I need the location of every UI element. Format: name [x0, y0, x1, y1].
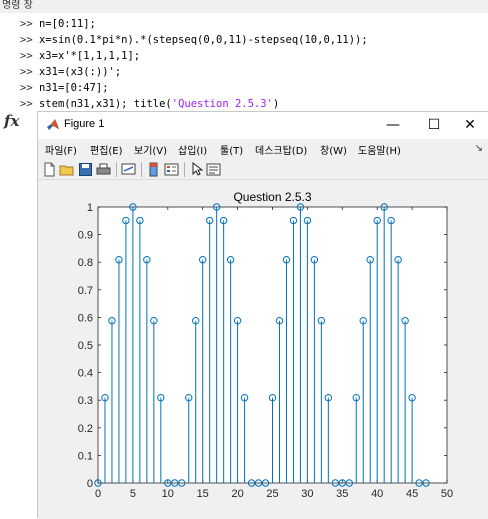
x-tick-label: 35	[336, 488, 348, 500]
x-tick-label: 30	[301, 488, 313, 500]
figure-window[interactable]: Figure 1 — ☐ ✕ 파일(F) 편집(E) 보기(V) 삽입(I) 툴…	[37, 111, 488, 519]
x-tick-label: 40	[371, 488, 383, 500]
x-tick-label: 5	[130, 488, 136, 500]
y-tick-label: 0	[87, 478, 93, 490]
y-tick-label: 0.2	[78, 423, 93, 435]
x-tick-label: 10	[162, 488, 174, 500]
x-tick-label: 50	[441, 488, 453, 500]
y-tick-label: 0.3	[78, 395, 93, 407]
plot-title: Question 2.5.3	[233, 190, 311, 204]
y-tick-label: 0.6	[78, 312, 93, 324]
x-tick-label: 0	[95, 488, 101, 500]
x-tick-label: 25	[266, 488, 278, 500]
y-tick-label: 0.8	[78, 257, 93, 269]
y-tick-label: 0.4	[78, 368, 93, 380]
y-tick-label: 0.7	[78, 285, 93, 297]
x-tick-label: 20	[231, 488, 243, 500]
stem-plot[interactable]: Question 2.5.3 0 5 10 15 20 25 30 35 40 45 50 0 0.1 0…	[1, 1, 488, 519]
x-tick-label: 15	[197, 488, 209, 500]
y-tick-label: 0.5	[78, 340, 93, 352]
y-tick-label: 0.1	[78, 450, 93, 462]
x-tick-label: 45	[406, 488, 418, 500]
y-tick-label: 1	[87, 202, 93, 214]
y-tick-label: 0.9	[78, 230, 93, 242]
figure-canvas[interactable]: Question 2.5.3 0 5 10 15 20 25 30 35 40 45 50 0 0.1 0…	[38, 180, 488, 519]
